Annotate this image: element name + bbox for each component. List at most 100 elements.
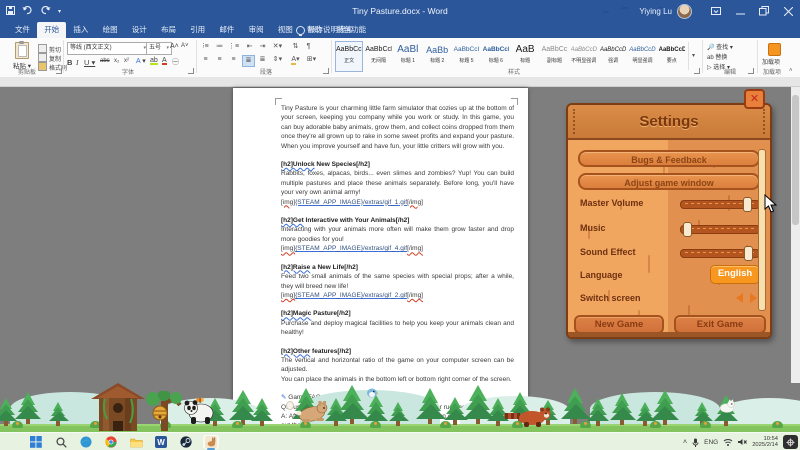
sound-effect-slider[interactable]	[680, 249, 760, 258]
replace-button[interactable]: ab 替换	[707, 52, 727, 61]
enclose-characters-button[interactable]: ㊀	[172, 57, 179, 67]
addins-icon[interactable]	[768, 43, 781, 56]
slider-knob[interactable]	[683, 222, 692, 237]
panel-scrollbar[interactable]	[758, 149, 766, 311]
ribbon-tab-6[interactable]: 引用	[183, 22, 212, 38]
show-marks-button[interactable]: ¶	[303, 42, 314, 52]
find-button[interactable]: 🔎 查找 ▾	[707, 42, 733, 51]
music-slider[interactable]	[680, 225, 760, 234]
search-icon[interactable]	[53, 435, 69, 449]
styles-more-button[interactable]: ▾	[688, 42, 698, 70]
shading-button[interactable]: A▾	[290, 55, 301, 65]
addins-button[interactable]: 加载项	[762, 57, 780, 66]
underline-button[interactable]: U ▾	[84, 58, 95, 67]
document-text[interactable]: Tiny Pasture is your charming little far…	[281, 104, 514, 449]
ribbon-tab-2[interactable]: 插入	[66, 22, 95, 38]
highlight-button[interactable]: ab	[150, 57, 158, 65]
borders-button[interactable]: ⊞▾	[306, 55, 317, 65]
justify-button[interactable]: ≣	[242, 55, 255, 67]
adjust-game-window-button[interactable]: Adjust game window	[578, 173, 760, 190]
styles-dialog-launcher[interactable]	[694, 68, 700, 74]
align-right-button[interactable]: ≡	[228, 55, 239, 65]
increase-indent-button[interactable]: ⇥	[257, 42, 268, 52]
switch-screen-left-arrow[interactable]	[736, 293, 743, 303]
taskbar-clock[interactable]: 10:54 2025/2/14	[752, 436, 778, 449]
bold-button[interactable]: B	[67, 58, 72, 67]
style-item[interactable]: AaBbCcD要点	[658, 41, 686, 72]
minimize-button[interactable]	[728, 0, 752, 22]
bullets-button[interactable]: ⁝≡	[200, 42, 211, 52]
document-page[interactable]: Tiny Pasture is your charming little far…	[233, 88, 528, 450]
ribbon-tab-3[interactable]: 绘图	[96, 22, 125, 38]
decrease-indent-button[interactable]: ⇤	[244, 42, 255, 52]
style-item[interactable]: AaBbCc副标题	[540, 41, 568, 72]
grow-font-icon[interactable]: A˄	[170, 43, 179, 50]
style-item[interactable]: AaBbCcD不明显强调	[570, 41, 598, 72]
tiny-pasture-icon[interactable]	[203, 435, 219, 449]
account-chip[interactable]: Yiying Lu	[639, 0, 692, 22]
scrollbar-thumb[interactable]	[792, 95, 799, 225]
sort-button[interactable]: ⇅	[290, 42, 301, 52]
document-scrollbar[interactable]	[791, 87, 800, 383]
ribbon-tab-5[interactable]: 布局	[154, 22, 183, 38]
edge-icon[interactable]	[78, 435, 94, 449]
chrome-icon[interactable]	[103, 435, 119, 449]
ribbon-tab-7[interactable]: 邮件	[212, 22, 241, 38]
steam-icon[interactable]	[178, 435, 194, 449]
master-volume-slider[interactable]	[680, 200, 760, 209]
asian-layout-button[interactable]: ✕▾	[272, 42, 283, 52]
microphone-icon[interactable]	[692, 438, 699, 447]
tray-chevron-icon[interactable]: ˄	[683, 439, 687, 446]
ime-language[interactable]: ENG	[704, 439, 718, 446]
paragraph-dialog-launcher[interactable]	[323, 68, 329, 74]
numbering-button[interactable]: ≔	[214, 42, 225, 52]
style-item[interactable]: AaBbCcD标题 6	[482, 41, 510, 72]
align-center-button[interactable]: ≡	[214, 55, 225, 65]
explorer-icon[interactable]	[128, 435, 144, 449]
slider-knob[interactable]	[743, 197, 752, 212]
speaker-icon[interactable]	[738, 438, 747, 446]
slider-knob[interactable]	[744, 246, 753, 261]
ribbon-tab-0[interactable]: 文件	[8, 22, 37, 38]
line-spacing-button[interactable]: ⇕▾	[272, 55, 283, 65]
style-item[interactable]: AaBl标题 1	[394, 41, 422, 72]
style-item[interactable]: AaBbCcD无间隔	[364, 41, 392, 72]
style-item[interactable]: AaBbCcI标题 5	[452, 41, 480, 72]
restore-button[interactable]	[752, 0, 776, 22]
settings-panel-header[interactable]: Settings	[568, 105, 770, 140]
ribbon-tab-4[interactable]: 设计	[125, 22, 154, 38]
subscript-button[interactable]: x₂	[114, 58, 119, 64]
clipboard-dialog-launcher[interactable]	[56, 68, 62, 74]
style-item[interactable]: AaBbCcD强调	[599, 41, 627, 72]
word-icon[interactable]: W	[153, 435, 169, 449]
ribbon-tab-1[interactable]: 开始	[37, 22, 66, 38]
editing-dialog-launcher[interactable]	[748, 68, 754, 74]
settings-close-button[interactable]: ✕	[744, 89, 765, 109]
font-size-combo[interactable]: 五号▾	[146, 42, 172, 55]
multilevel-list-button[interactable]: ⋮≡	[228, 42, 239, 52]
ribbon-display-options-icon[interactable]	[704, 0, 728, 22]
strikethrough-button[interactable]: abc	[100, 58, 110, 64]
style-item[interactable]: AaBbCcD明显强调	[628, 41, 656, 72]
start-icon[interactable]	[28, 435, 44, 449]
bugs-feedback-button[interactable]: Bugs & Feedback	[578, 150, 760, 167]
style-item[interactable]: AaBb标题 2	[423, 41, 451, 72]
close-button[interactable]	[776, 0, 800, 22]
style-item[interactable]: AaBbCcD正文	[335, 41, 363, 72]
align-left-button[interactable]: ≡	[200, 55, 211, 65]
ribbon-tab-8[interactable]: 审阅	[242, 22, 271, 38]
collapse-ribbon-icon[interactable]: ˄	[789, 68, 793, 74]
font-color-button[interactable]: A	[162, 57, 167, 65]
wifi-icon[interactable]	[723, 438, 733, 446]
tell-me-search[interactable]: 操作说明搜索	[296, 22, 353, 38]
distribute-button[interactable]: ≣	[257, 55, 268, 65]
font-family-combo[interactable]: 等线 (西文正文)▾	[67, 42, 149, 55]
switch-screen-right-arrow[interactable]	[750, 293, 757, 303]
game-gear-button[interactable]	[783, 435, 798, 449]
superscript-button[interactable]: x²	[124, 58, 129, 64]
paste-button[interactable]: 粘贴 ▾	[8, 42, 36, 70]
shrink-font-icon[interactable]: A˅	[181, 43, 189, 49]
language-button[interactable]: English	[710, 265, 760, 284]
font-dialog-launcher[interactable]	[188, 68, 194, 74]
text-effects-button[interactable]: A ▾	[136, 57, 146, 65]
